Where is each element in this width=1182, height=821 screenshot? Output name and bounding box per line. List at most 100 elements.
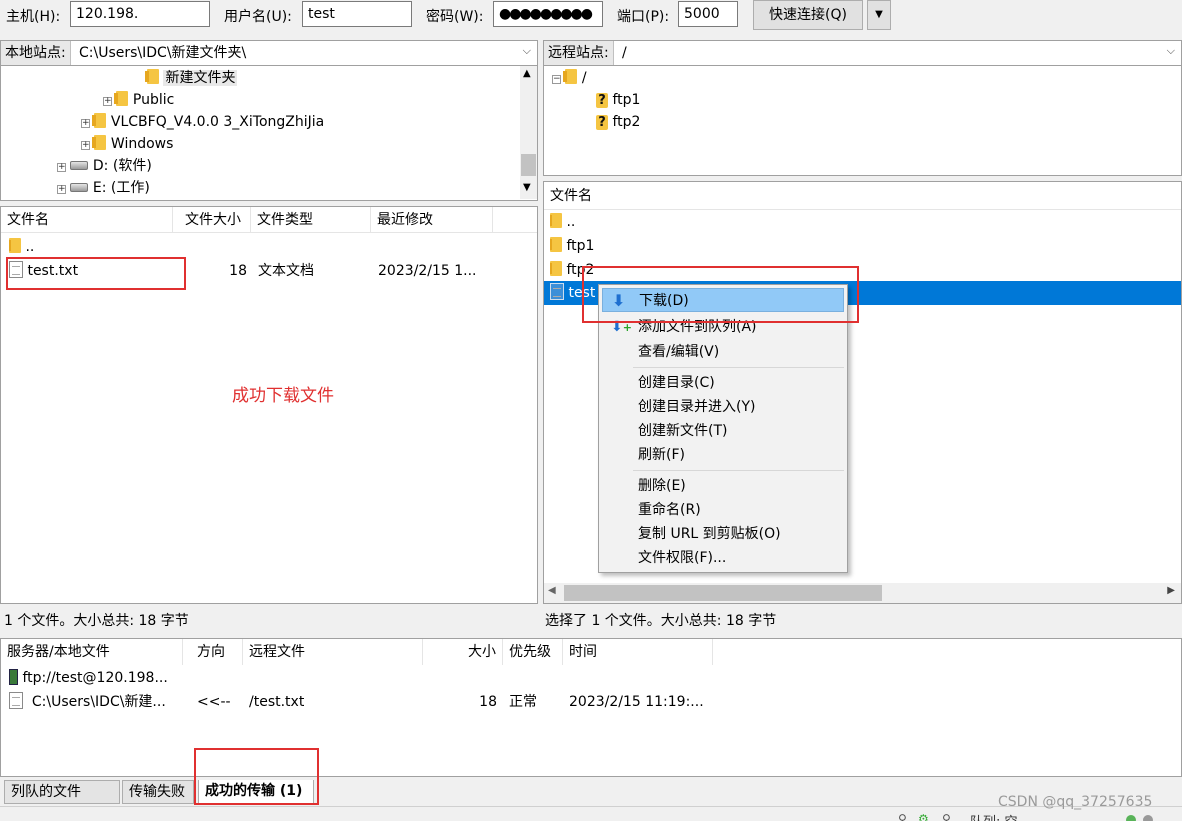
remote-site-bar: 远程站点: / ⌵	[543, 40, 1182, 66]
tree-item-vlcbfq[interactable]: + VLCBFQ_V4.0.0 3_XiTongZhiJia	[81, 110, 537, 134]
table-row[interactable]: ftp1	[544, 234, 1181, 258]
menu-item-create-dir-enter[interactable]: 创建目录并进入(Y)	[602, 395, 844, 419]
menu-item-permissions[interactable]: 文件权限(F)...	[602, 546, 844, 570]
tree-item-ftp1[interactable]: ? ftp1	[596, 88, 1181, 112]
col-header-direction[interactable]: 方向	[183, 639, 243, 665]
menu-item-copy-url[interactable]: 复制 URL 到剪贴板(O)	[602, 522, 844, 546]
col-header-time[interactable]: 时间	[563, 639, 713, 665]
menu-item-rename[interactable]: 重命名(R)	[602, 498, 844, 522]
remote-hscrollbar[interactable]: ◀ ▶	[544, 583, 1181, 603]
quickconnect-button[interactable]: 快速连接(Q)	[753, 0, 863, 30]
watermark: CSDN @qq_37257635	[998, 794, 1153, 810]
col-header-remote-file[interactable]: 远程文件	[243, 639, 423, 665]
table-row[interactable]: ..	[544, 210, 1181, 234]
menu-item-create-file[interactable]: 创建新文件(T)	[602, 419, 844, 443]
menu-item-delete[interactable]: 删除(E)	[602, 474, 844, 498]
scroll-up-icon[interactable]: ▲	[523, 68, 531, 79]
file-type-cell: 文本文档	[258, 263, 314, 279]
tree-item-root[interactable]: − /	[552, 66, 1181, 90]
col-header-server[interactable]: 服务器/本地文件	[1, 639, 183, 665]
expand-icon[interactable]: +	[57, 185, 66, 194]
menu-item-add-to-queue[interactable]: ⬇+ 添加文件到队列(A)	[602, 315, 844, 339]
port-input[interactable]: 5000	[678, 1, 738, 27]
local-tree: 新建文件夹 + Public + VLCBFQ_V4.0.0 3_XiTongZ…	[0, 66, 538, 201]
tree-item-folder[interactable]: 新建文件夹	[145, 66, 537, 90]
tree-item-drive-e[interactable]: + E: (工作)	[57, 176, 537, 200]
sync-icon[interactable]: ⚲	[942, 812, 951, 821]
username-label: 用户名(U):	[224, 9, 292, 25]
col-header-filename[interactable]: 文件名	[1, 207, 173, 233]
table-row[interactable]: ..	[1, 235, 537, 259]
folder-icon	[114, 91, 129, 106]
password-label: 密码(W):	[426, 9, 484, 25]
chevron-down-icon[interactable]: ⌵	[1167, 44, 1175, 58]
gear-icon[interactable]: ⚙	[918, 812, 929, 821]
scroll-left-icon[interactable]: ◀	[548, 585, 556, 596]
direction-cell: <<--	[197, 694, 231, 710]
expand-icon[interactable]: +	[81, 141, 90, 150]
chevron-down-icon[interactable]: ⌵	[523, 44, 531, 58]
folder-icon	[563, 69, 578, 84]
tab-queued-files[interactable]: 列队的文件	[4, 780, 120, 804]
quickconnect-dropdown-button[interactable]: ▼	[867, 0, 891, 30]
menu-separator	[633, 470, 844, 471]
folder-up-cell: ..	[9, 235, 34, 259]
col-header-filetype[interactable]: 文件类型	[251, 207, 371, 233]
unknown-folder-icon: ?	[596, 93, 608, 108]
remote-status: 选择了 1 个文件。大小总共: 18 字节	[545, 613, 777, 629]
local-site-label: 本地站点:	[1, 41, 71, 65]
download-icon: ⬇	[612, 291, 626, 310]
scroll-right-icon[interactable]: ▶	[1167, 585, 1175, 596]
remote-site-path[interactable]: /	[622, 41, 627, 65]
local-site-path[interactable]: C:\Users\IDC\新建文件夹\	[79, 41, 246, 65]
tab-successful-transfers[interactable]: 成功的传输 (1)	[198, 780, 314, 804]
tab-failed-transfers[interactable]: 传输失败	[122, 780, 194, 804]
tree-item-windows[interactable]: + Windows	[81, 132, 537, 156]
text-file-icon	[9, 261, 23, 278]
queue-server-row[interactable]: ftp://test@120.198...	[1, 666, 1181, 690]
port-label: 端口(P):	[617, 9, 670, 25]
password-input[interactable]: ●●●●●●●●●	[493, 1, 603, 27]
table-row[interactable]: test.txt 18 文本文档 2023/2/15 1...	[1, 259, 537, 283]
col-header-size[interactable]: 大小	[423, 639, 503, 665]
username-input[interactable]: test	[302, 1, 412, 27]
table-row[interactable]: C:\Users\IDC\新建... <<-- /test.txt 18 正常 …	[1, 690, 1181, 714]
tree-item-public[interactable]: + Public	[103, 88, 537, 112]
scroll-thumb[interactable]	[521, 154, 536, 176]
host-input[interactable]: 120.198.	[70, 1, 210, 27]
add-queue-icon: ⬇+	[611, 319, 632, 335]
menu-item-create-dir[interactable]: 创建目录(C)	[602, 371, 844, 395]
col-header-filesize[interactable]: 文件大小	[173, 207, 251, 233]
server-icon	[9, 669, 18, 685]
folder-icon	[145, 69, 159, 84]
folder-icon	[9, 238, 21, 253]
collapse-icon[interactable]: −	[552, 75, 561, 84]
folder-icon	[550, 261, 562, 276]
expand-icon[interactable]: +	[81, 119, 90, 128]
expand-icon[interactable]: +	[57, 163, 66, 172]
scroll-thumb[interactable]	[564, 585, 882, 601]
file-name-cell: test.txt	[9, 259, 78, 283]
menu-item-refresh[interactable]: 刷新(F)	[602, 443, 844, 467]
context-menu: ⬇ 下载(D) ⬇+ 添加文件到队列(A) 查看/编辑(V) 创建目录(C) 创建目…	[598, 284, 848, 573]
col-header-modified[interactable]: 最近修改	[371, 207, 493, 233]
filter-icon[interactable]: ⚲	[898, 812, 907, 821]
menu-item-view-edit[interactable]: 查看/编辑(V)	[602, 340, 844, 364]
table-row[interactable]: ftp2	[544, 258, 1181, 282]
tree-item-drive-d[interactable]: + D: (软件)	[57, 154, 537, 178]
menu-item-download[interactable]: ⬇ 下载(D)	[602, 288, 844, 312]
expand-icon[interactable]: +	[103, 97, 112, 106]
size-cell: 18	[479, 694, 497, 710]
scroll-down-icon[interactable]: ▼	[523, 182, 531, 193]
col-header-priority[interactable]: 优先级	[503, 639, 563, 665]
local-tree-scrollbar[interactable]: ▲ ▼	[520, 66, 537, 199]
local-list-header: 文件名 文件大小 文件类型 最近修改	[1, 207, 537, 233]
status-light-icon	[1143, 815, 1153, 821]
folder-icon	[550, 237, 562, 252]
file-modified-cell: 2023/2/15 1...	[378, 263, 477, 279]
col-header-filename[interactable]: 文件名	[544, 182, 1181, 210]
unknown-folder-icon: ?	[596, 115, 608, 130]
tree-item-ftp2[interactable]: ? ftp2	[596, 110, 1181, 134]
queue-status-text: 队列: 空	[970, 811, 1018, 821]
remote-file-cell: /test.txt	[249, 694, 305, 710]
